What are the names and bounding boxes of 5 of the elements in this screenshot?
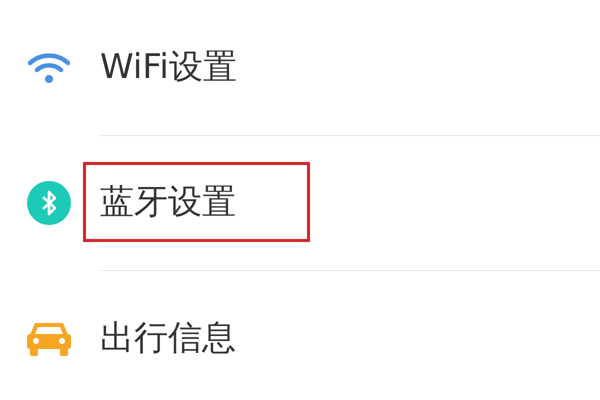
bluetooth-icon [27,180,71,224]
settings-item[interactable]: WiFi设置 [100,44,237,90]
wifi-icon [28,52,70,84]
settings-item[interactable]: 蓝牙设置 [100,179,236,225]
settings-item[interactable]: 出行信息 [100,314,236,360]
